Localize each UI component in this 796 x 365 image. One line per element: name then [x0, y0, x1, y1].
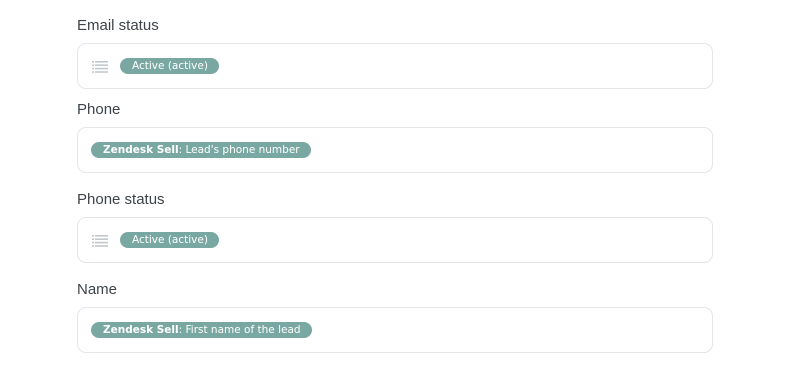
- pill-source: Zendesk Sell: [103, 144, 179, 156]
- phone-status-field[interactable]: Active (active): [77, 217, 713, 263]
- phone-field[interactable]: Zendesk Sell: Lead's phone number: [77, 127, 713, 173]
- phone-mapping-pill[interactable]: Zendesk Sell: Lead's phone number: [91, 142, 311, 158]
- list-icon[interactable]: [92, 60, 108, 73]
- list-icon[interactable]: [92, 234, 108, 247]
- name-field[interactable]: Zendesk Sell: First name of the lead: [77, 307, 713, 353]
- phone-status-value-pill[interactable]: Active (active): [120, 232, 219, 248]
- pill-source: Zendesk Sell: [103, 324, 179, 336]
- email-status-label: Email status: [77, 17, 159, 34]
- pill-text: : First name of the lead: [178, 324, 301, 336]
- pill-text: Active (active): [132, 234, 208, 246]
- email-status-field[interactable]: Active (active): [77, 43, 713, 89]
- name-label: Name: [77, 281, 118, 298]
- phone-status-label: Phone status: [77, 191, 165, 208]
- email-status-value-pill[interactable]: Active (active): [120, 58, 219, 74]
- pill-text: : Lead's phone number: [178, 144, 300, 156]
- phone-label: Phone: [77, 101, 121, 118]
- pill-text: Active (active): [132, 60, 208, 72]
- name-mapping-pill[interactable]: Zendesk Sell: First name of the lead: [91, 322, 312, 338]
